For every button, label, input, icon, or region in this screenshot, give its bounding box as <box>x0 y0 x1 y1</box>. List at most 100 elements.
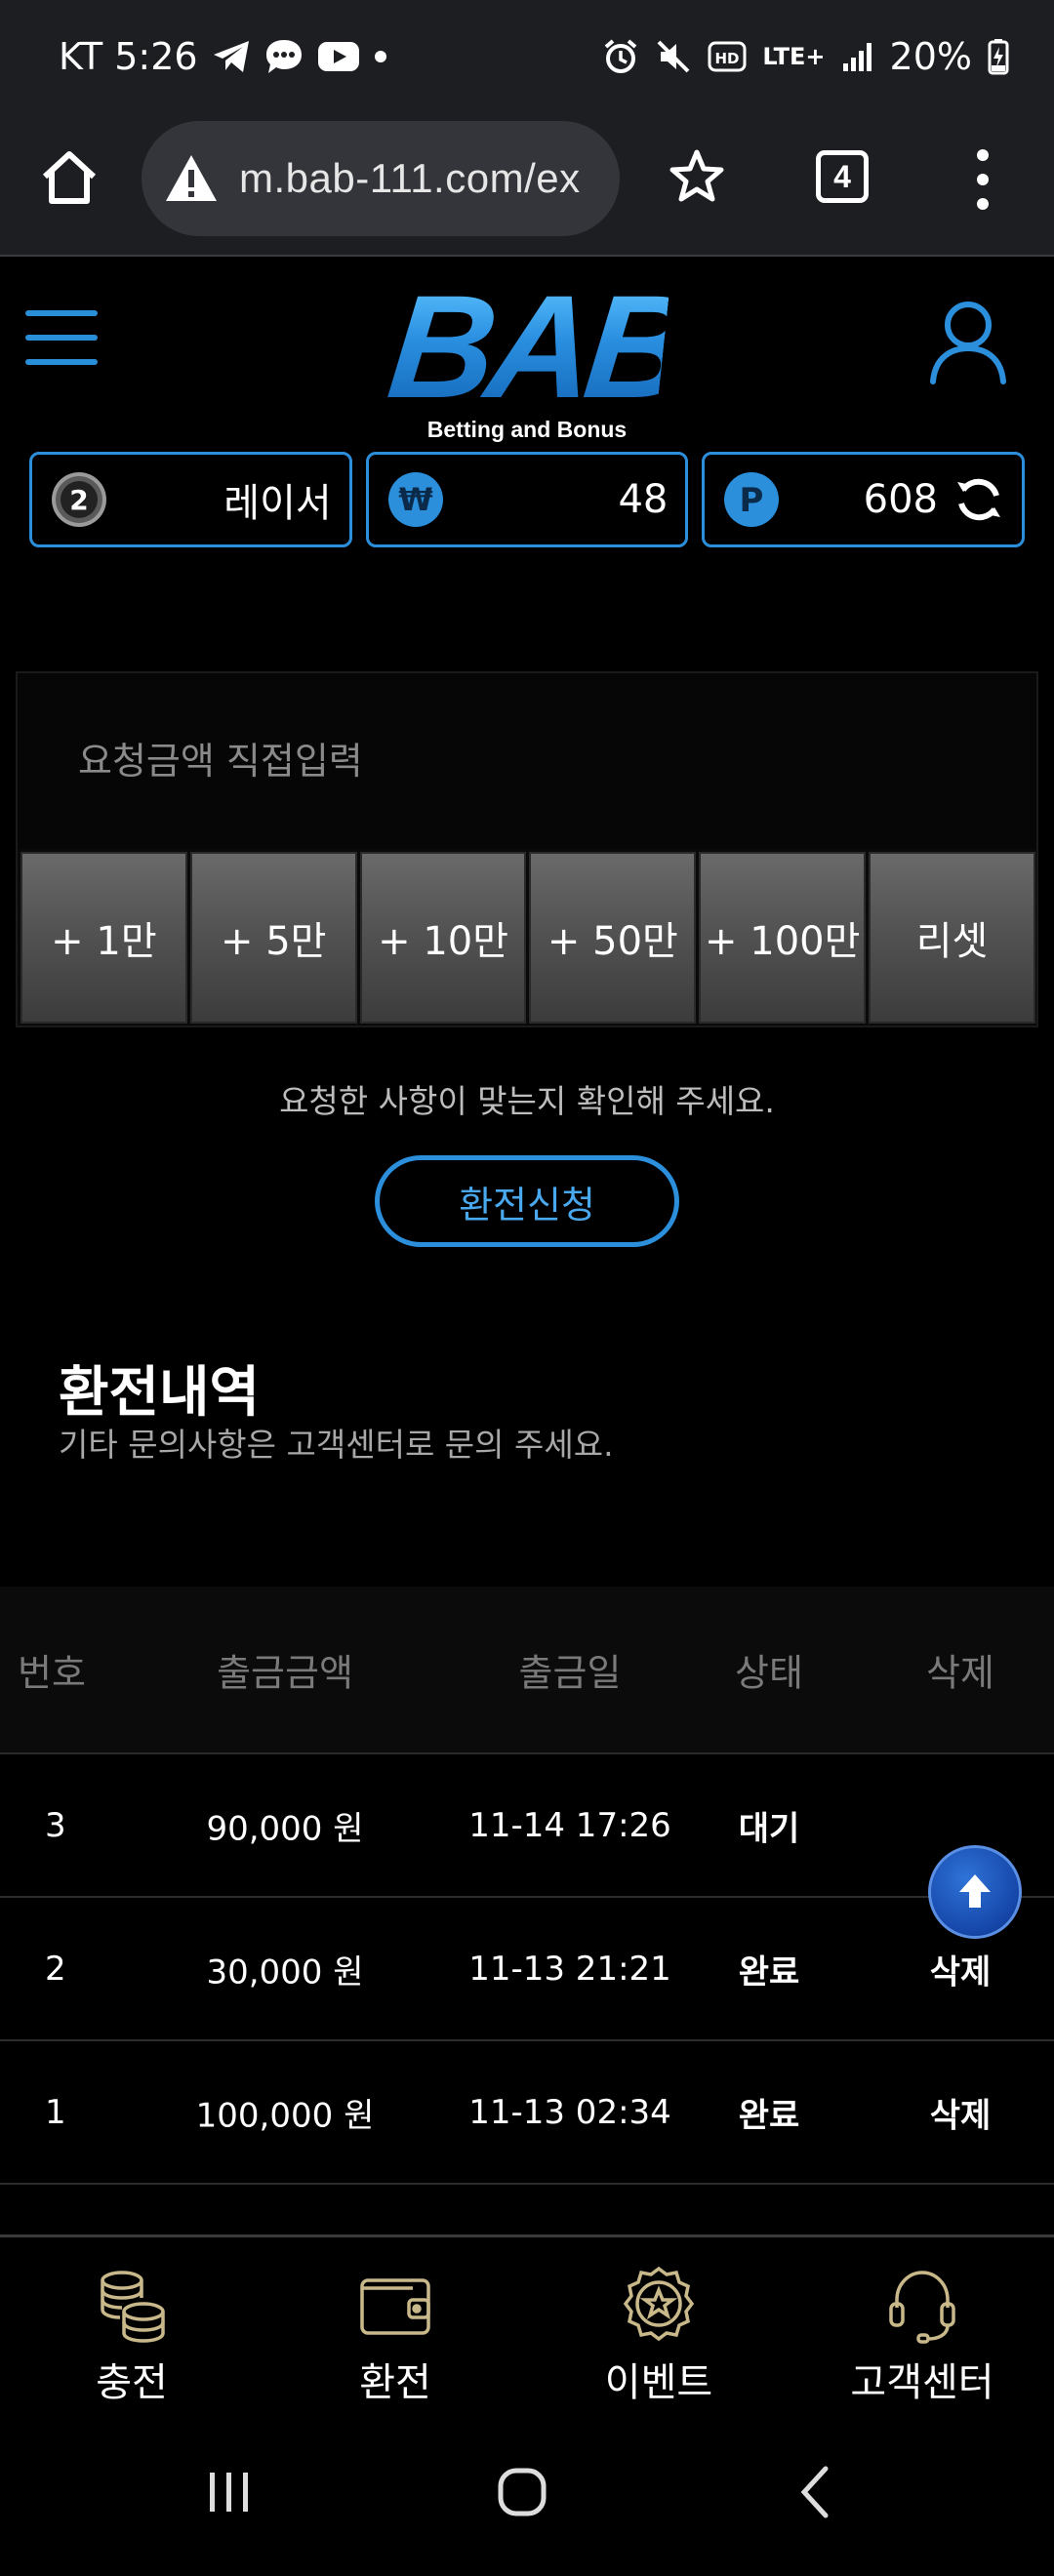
row-date: 11-14 17:26 <box>468 1805 671 1845</box>
back-system-button[interactable] <box>789 2463 847 2525</box>
browser-menu-button[interactable] <box>970 145 995 214</box>
browser-toolbar: m.bab-111.com/ex 4 <box>0 112 1054 257</box>
system-navigation-bar <box>0 2418 1054 2576</box>
tab-switcher-button[interactable]: 4 <box>816 150 869 203</box>
coins-icon <box>101 2271 165 2343</box>
back-chevron-icon <box>800 2466 829 2518</box>
home-system-button[interactable] <box>493 2463 551 2525</box>
add-50k-button[interactable]: + 5만 <box>189 852 357 1024</box>
nav-event-label: 이벤트 <box>604 2360 713 2405</box>
col-number: 번호 <box>18 1651 86 1695</box>
history-table: 번호 출금금액 출금일 상태 삭제 3 90,000 원 11-14 17:26… <box>0 1587 1054 2185</box>
url-text: m.bab-111.com/ex <box>239 155 581 201</box>
battery-percent: 20% <box>889 34 972 78</box>
more-vert-icon <box>977 149 989 210</box>
svg-text:P: P <box>740 481 764 520</box>
site-logo[interactable]: BAB Betting and Bonus <box>382 264 693 444</box>
row-number: 1 <box>45 2092 66 2132</box>
col-delete: 삭제 <box>926 1651 994 1695</box>
row-delete-button[interactable]: 삭제 <box>930 1945 992 1992</box>
scroll-to-top-button[interactable] <box>928 1845 1022 1939</box>
nav-withdraw-label: 환전 <box>359 2360 431 2405</box>
warning-icon <box>166 155 217 201</box>
svg-text:HD: HD <box>715 50 740 67</box>
svg-text:2: 2 <box>69 484 88 516</box>
row-date: 11-13 21:21 <box>468 1949 671 1989</box>
row-amount: 90,000 원 <box>206 1809 364 1848</box>
table-header: 번호 출금금액 출금일 상태 삭제 <box>0 1587 1054 1754</box>
table-row: 1 100,000 원 11-13 02:34 완료 삭제 <box>0 2041 1054 2185</box>
browser-home-button[interactable] <box>37 145 101 210</box>
row-number: 3 <box>45 1805 66 1845</box>
table-row: 3 90,000 원 11-14 17:26 대기 <box>0 1754 1054 1898</box>
point-coin-icon: P <box>724 472 780 527</box>
home-circle-icon <box>498 2468 547 2516</box>
nav-withdraw[interactable]: 환전 <box>264 2237 527 2415</box>
address-bar[interactable]: m.bab-111.com/ex <box>142 121 620 236</box>
screen: KT 5:26 HD LTE+ 20% m.bab-111.com/ex 4 B… <box>0 0 1054 2576</box>
table-row: 2 30,000 원 11-13 21:21 완료 삭제 <box>0 1898 1054 2041</box>
exchange-amount-panel: + 1만 + 5만 + 10만 + 50만 + 100만 리셋 <box>16 671 1038 1027</box>
recent-apps-button[interactable] <box>200 2463 259 2525</box>
reset-button[interactable]: 리셋 <box>869 852 1035 1024</box>
add-10k-button[interactable]: + 1만 <box>20 852 187 1024</box>
svg-text:₩: ₩ <box>398 481 432 518</box>
recent-apps-icon <box>210 2473 248 2512</box>
signal-icon <box>841 40 874 73</box>
add-1m-button[interactable]: + 100만 <box>699 852 867 1024</box>
add-100k-button[interactable]: + 10만 <box>359 852 527 1024</box>
points-box: P 608 <box>702 452 1026 547</box>
history-title: 환전내역 <box>59 1361 261 1425</box>
apply-exchange-button[interactable]: 환전신청 <box>375 1155 679 1247</box>
row-date: 11-13 02:34 <box>468 2092 671 2132</box>
level-name: 레이서 <box>223 481 332 526</box>
home-icon <box>42 151 97 204</box>
money-box: ₩ 48 <box>365 452 689 547</box>
hd-voice-icon: HD <box>708 41 747 72</box>
col-status: 상태 <box>735 1651 803 1695</box>
col-date: 출금일 <box>518 1651 622 1695</box>
alarm-icon <box>602 38 639 75</box>
battery-charging-icon <box>988 38 1009 75</box>
row-amount: 100,000 원 <box>195 2096 375 2135</box>
youtube-icon <box>317 41 360 72</box>
nav-support[interactable]: 고객센터 <box>790 2237 1054 2415</box>
won-coin-icon: ₩ <box>387 472 443 527</box>
status-bar: KT 5:26 HD LTE+ 20% <box>0 0 1054 112</box>
user-profile-icon[interactable] <box>927 298 1009 385</box>
history-subtitle: 기타 문의사항은 고객센터로 문의 주세요. <box>59 1426 614 1464</box>
amount-input[interactable] <box>18 673 1036 849</box>
quick-amount-buttons: + 1만 + 5만 + 10만 + 50만 + 100만 리셋 <box>20 852 1035 1024</box>
row-status: 대기 <box>738 1809 800 1848</box>
row-amount: 30,000 원 <box>206 1952 364 1992</box>
mute-icon <box>655 38 692 75</box>
wallet-icon <box>360 2278 430 2335</box>
col-amount: 출금금액 <box>217 1651 353 1695</box>
notification-dot-icon <box>374 50 387 63</box>
chat-bubble-icon <box>264 38 304 75</box>
row-status: 완료 <box>738 2096 800 2135</box>
bottom-navigation: 충전 환전 이벤트 고객센터 <box>0 2234 1054 2415</box>
row-number: 2 <box>45 1949 66 1989</box>
points-value: 608 <box>863 477 939 522</box>
row-status: 완료 <box>738 1952 800 1992</box>
level-badge-icon: 2 <box>52 472 106 527</box>
arrow-up-icon <box>959 1874 991 1908</box>
nav-event[interactable]: 이벤트 <box>527 2237 790 2415</box>
nav-deposit-label: 충전 <box>96 2360 168 2405</box>
add-500k-button[interactable]: + 50만 <box>529 852 697 1024</box>
star-icon <box>669 149 724 202</box>
confirm-notice: 요청한 사항이 맞는지 확인해 주세요. <box>279 1082 775 1120</box>
nav-deposit[interactable]: 충전 <box>0 2237 264 2415</box>
menu-hamburger-icon[interactable] <box>25 310 98 365</box>
lte-plus-icon: LTE+ <box>762 42 826 70</box>
logo-text: BAB <box>382 264 693 428</box>
headset-icon <box>889 2271 955 2344</box>
bookmark-button[interactable] <box>667 146 727 207</box>
telegram-icon <box>212 39 251 74</box>
refresh-icon[interactable] <box>953 474 1004 525</box>
nav-support-label: 고객센터 <box>850 2360 994 2405</box>
row-delete-button[interactable]: 삭제 <box>930 2088 992 2136</box>
site-header: BAB Betting and Bonus <box>0 259 1054 449</box>
level-box: 2 레이서 <box>29 452 352 547</box>
